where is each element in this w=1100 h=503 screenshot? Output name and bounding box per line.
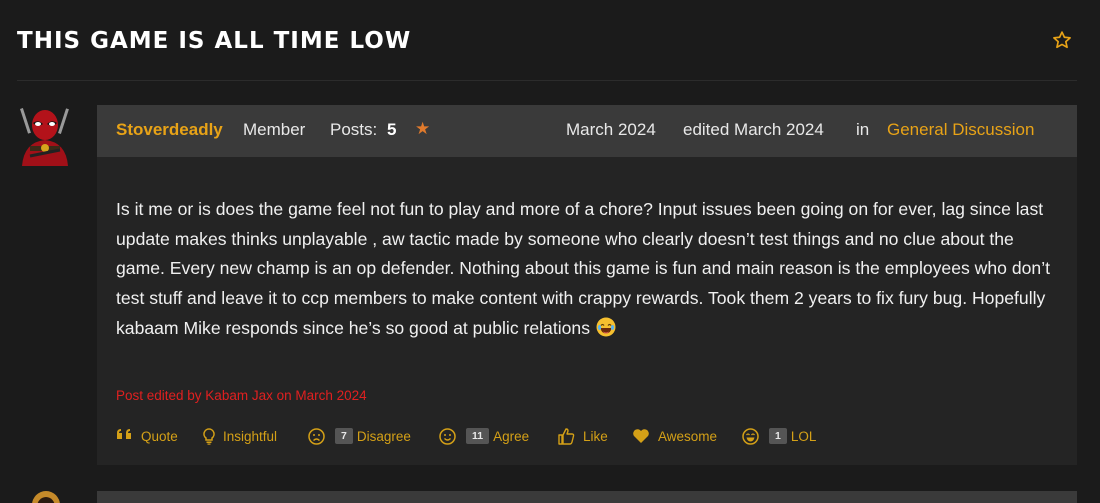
category-link[interactable]: General Discussion [887, 120, 1034, 140]
reaction-label: Disagree [356, 428, 411, 444]
laughing-emoji-icon [596, 317, 616, 337]
post: Stoverdeadly Member Posts: 5 ★ March 202… [97, 105, 1077, 465]
reaction-count: 1 [769, 428, 787, 444]
reaction-lol[interactable]: 1 LOL [742, 425, 816, 447]
author-role: Member [243, 120, 306, 139]
posts-count-label: Posts: [330, 120, 378, 139]
post-date[interactable]: March 2024 [566, 120, 656, 140]
post-body-text: Is it me or is does the game feel not fu… [116, 199, 1050, 338]
category-in-label: in [856, 120, 870, 139]
post-edited-date: edited March 2024 [683, 120, 824, 139]
reaction-quote[interactable]: Quote [117, 425, 178, 447]
reaction-like[interactable]: Like [558, 425, 608, 447]
reaction-label: Agree [493, 428, 530, 444]
page-title: THIS GAME IS ALL TIME LOW [17, 28, 412, 54]
reaction-awesome[interactable]: Awesome [632, 425, 717, 447]
reaction-insightful[interactable]: Insightful [203, 425, 277, 447]
next-post-header [97, 491, 1077, 503]
smile-icon [439, 427, 456, 445]
laugh-icon [742, 427, 759, 445]
reaction-disagree[interactable]: 7 Disagree [308, 425, 411, 447]
reaction-agree[interactable]: 11 Agree [439, 425, 529, 447]
reaction-label: LOL [790, 428, 817, 444]
frown-icon [308, 427, 325, 445]
author-username-link[interactable]: Stoverdeadly [116, 120, 223, 140]
reaction-label: Like [583, 428, 608, 444]
post-header: Stoverdeadly Member Posts: 5 ★ March 202… [97, 105, 1077, 157]
bookmark-star-icon[interactable] [1052, 30, 1072, 50]
thumbs-up-icon [558, 427, 575, 445]
quote-icon [117, 429, 131, 439]
heart-icon [633, 429, 649, 443]
rank-star-icon: ★ [415, 119, 431, 138]
reaction-label: Awesome [658, 428, 718, 444]
reaction-label: Quote [141, 428, 178, 444]
lightbulb-icon [203, 427, 215, 445]
reaction-count: 11 [466, 428, 490, 444]
reaction-count: 7 [335, 428, 353, 444]
post-body: Is it me or is does the game feel not fu… [116, 195, 1061, 344]
posts-count-value: 5 [387, 120, 397, 139]
edit-note: Post edited by Kabam Jax on March 2024 [116, 388, 367, 403]
avatar[interactable] [16, 106, 74, 166]
thread-title-bar: THIS GAME IS ALL TIME LOW [17, 0, 1077, 81]
reaction-label: Insightful [223, 428, 278, 444]
